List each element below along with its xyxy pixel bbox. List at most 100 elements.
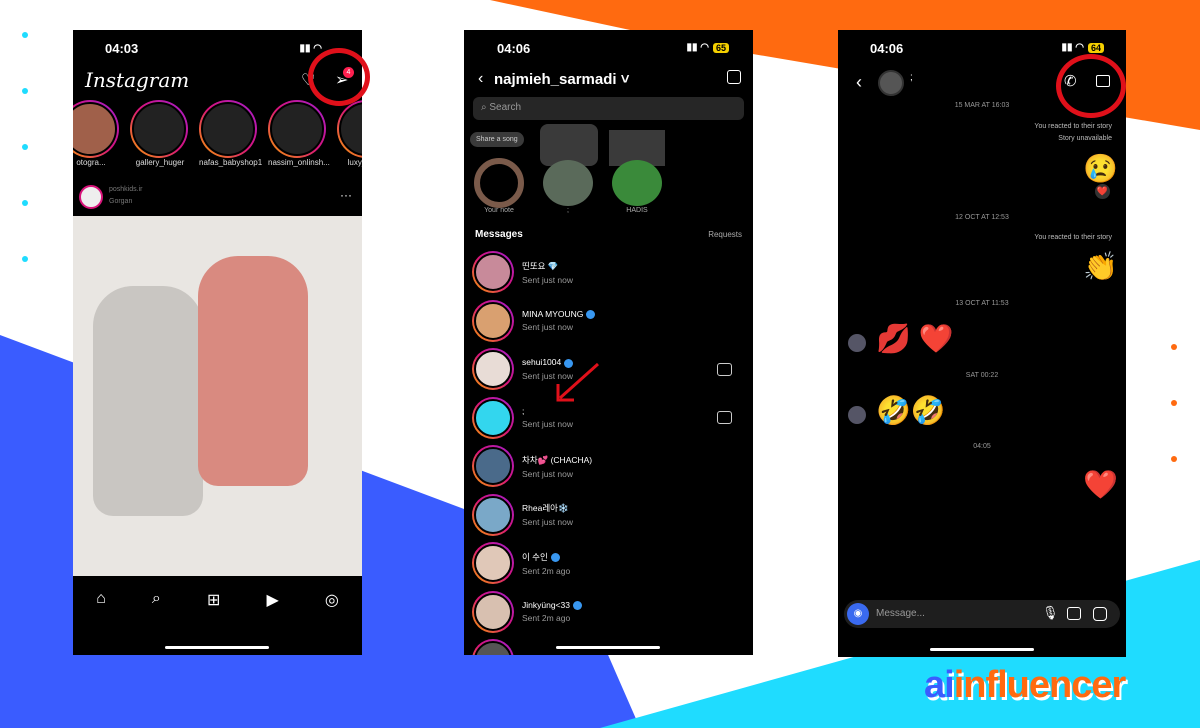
stories-row: otogra... gallery_huger nafas_babyshop1 …	[73, 100, 362, 167]
add-icon[interactable]: ⊞	[207, 590, 220, 610]
verified-badge-icon	[550, 552, 560, 562]
message-row[interactable]: MINA MYOUNG Sent just now	[472, 297, 744, 345]
note-label: HADIS	[626, 207, 648, 214]
message-input[interactable]: Message...	[876, 608, 925, 619]
contact-avatar	[848, 406, 866, 424]
note-avatar[interactable]	[612, 160, 662, 206]
emoji-message: 💋 ❤️	[876, 323, 954, 354]
reels-icon[interactable]: ▶	[266, 590, 278, 610]
status-time: 04:06	[497, 41, 531, 56]
message-sender: Za H Ra	[522, 654, 554, 656]
message-status: Sent 2m ago	[522, 565, 571, 576]
story-reaction-note: You reacted to their story	[1034, 123, 1112, 130]
contact-name[interactable]: ;	[910, 72, 913, 83]
verified-badge-icon	[586, 310, 596, 320]
microphone-icon[interactable]: 🎙	[1042, 605, 1059, 621]
compose-icon[interactable]	[727, 70, 741, 84]
status-icons: ▮▮ ◠	[299, 43, 322, 54]
message-row[interactable]: 띤또요 💎 Sent just now	[472, 248, 744, 296]
bottom-nav: ⌂ ⌕ ⊞ ▶ ◎	[73, 590, 362, 610]
decor-dot	[22, 88, 28, 94]
message-row[interactable]: sehui1004 Sent just now	[472, 345, 744, 393]
message-status: Sent just now	[522, 517, 574, 527]
message-avatar	[472, 639, 514, 655]
message-row[interactable]: 차차💕 (CHACHA) Sent just now	[472, 442, 744, 490]
account-switcher[interactable]: najmieh_sarmadi ˅	[494, 71, 630, 88]
decor-dot	[1171, 456, 1177, 462]
emoji-message: 🤣🤣	[876, 395, 946, 426]
back-icon[interactable]: ‹	[478, 70, 483, 88]
post-username[interactable]: poshkids.ir	[109, 186, 142, 193]
status-time: 04:03	[105, 41, 139, 56]
date-separator: 13 OCT AT 11:53	[955, 300, 1009, 307]
message-sender: 이 수인	[522, 551, 548, 562]
grey-onesie	[93, 286, 203, 516]
story-item[interactable]: nassim_onlinsh...	[268, 100, 330, 167]
home-icon[interactable]: ⌂	[96, 590, 106, 610]
camera-icon[interactable]	[717, 362, 732, 376]
story-item[interactable]: nafas_babyshop1	[199, 100, 262, 167]
reaction-badge: ❤️	[1094, 184, 1110, 199]
message-row[interactable]: Jinkyüng<33 Sent 2m ago	[472, 588, 744, 636]
decor-dot	[1171, 344, 1177, 350]
post-avatar[interactable]	[79, 185, 103, 209]
story-item[interactable]: gallery_huger	[130, 100, 190, 167]
message-avatar	[472, 493, 514, 536]
message-sender: 띤또요 💎	[522, 260, 559, 271]
camera-icon[interactable]: ◉	[847, 603, 869, 625]
message-sender: ;	[522, 406, 525, 416]
phone-instagram-feed: 04:03 ▮▮ ◠ Instagram ♡ ➢ 4 otogra... gal…	[73, 30, 362, 655]
message-row[interactable]: ; Sent just now	[472, 394, 744, 442]
highlight-circle	[308, 48, 370, 106]
home-indicator	[930, 648, 1034, 651]
search-input[interactable]: ⌕ Search	[473, 97, 744, 120]
more-icon[interactable]: ···	[340, 188, 352, 202]
message-row[interactable]: Rhea레아❄️ Sent just now	[472, 491, 744, 539]
pink-onesie	[198, 256, 308, 486]
search-icon[interactable]: ⌕	[152, 590, 161, 610]
story-reaction-note: Story unavailable	[1058, 135, 1112, 142]
message-sender: Jinkyüng<33	[522, 599, 570, 610]
contact-avatar	[848, 334, 866, 352]
emoji-message: 😢	[1083, 153, 1118, 184]
back-icon[interactable]: ‹	[856, 72, 862, 93]
message-status: Sent just now	[522, 419, 574, 429]
requests-link[interactable]: Requests	[708, 230, 742, 239]
note-label: Your note	[484, 207, 514, 214]
message-sender: 차차💕 (CHACHA)	[522, 454, 593, 465]
story-item[interactable]: luxy__hom	[337, 100, 362, 167]
contact-avatar[interactable]	[878, 70, 904, 96]
camera-icon[interactable]	[717, 411, 732, 424]
sticker-icon[interactable]	[1093, 607, 1107, 621]
app-logo: Instagram	[85, 68, 190, 92]
decor-dot	[22, 200, 28, 206]
date-separator: SAT 00:22	[965, 372, 999, 379]
message-row[interactable]: 이 수인 Sent 2m ago	[472, 539, 744, 587]
message-status: Sent just now	[522, 274, 574, 285]
story-reaction-note: You reacted to their story	[1034, 234, 1112, 241]
message-avatar	[472, 348, 514, 390]
your-note-avatar[interactable]	[474, 158, 524, 208]
message-avatar	[472, 251, 514, 293]
message-status: Sent 2m ago	[522, 613, 571, 624]
message-status: Sent just now	[522, 468, 574, 479]
message-sender: Rhea레아❄️	[522, 503, 569, 513]
gallery-icon[interactable]	[1067, 607, 1081, 620]
profile-icon[interactable]: ◎	[325, 590, 339, 610]
emoji-message: ❤️	[1083, 469, 1118, 500]
message-avatar	[472, 590, 514, 633]
messages-heading: Messages	[475, 229, 523, 240]
decor-dot	[22, 32, 28, 38]
home-indicator	[165, 646, 269, 649]
note-avatar[interactable]	[543, 160, 593, 206]
home-indicator	[556, 646, 660, 649]
date-separator: 04:05	[973, 443, 991, 450]
phone-messages-list: 04:06 ▮▮ ◠ 65 ‹ najmieh_sarmadi ˅ ⌕ Sear…	[464, 30, 753, 655]
message-composer[interactable]: ◉ Message... 🎙	[844, 600, 1120, 628]
note-bubble[interactable]: Share a song	[470, 132, 524, 147]
highlight-circle	[1056, 54, 1126, 118]
decor-dot	[1171, 400, 1177, 406]
post-location: Gorgan	[109, 198, 133, 205]
story-item[interactable]: otogra...	[73, 100, 121, 167]
post-image[interactable]	[73, 216, 362, 576]
